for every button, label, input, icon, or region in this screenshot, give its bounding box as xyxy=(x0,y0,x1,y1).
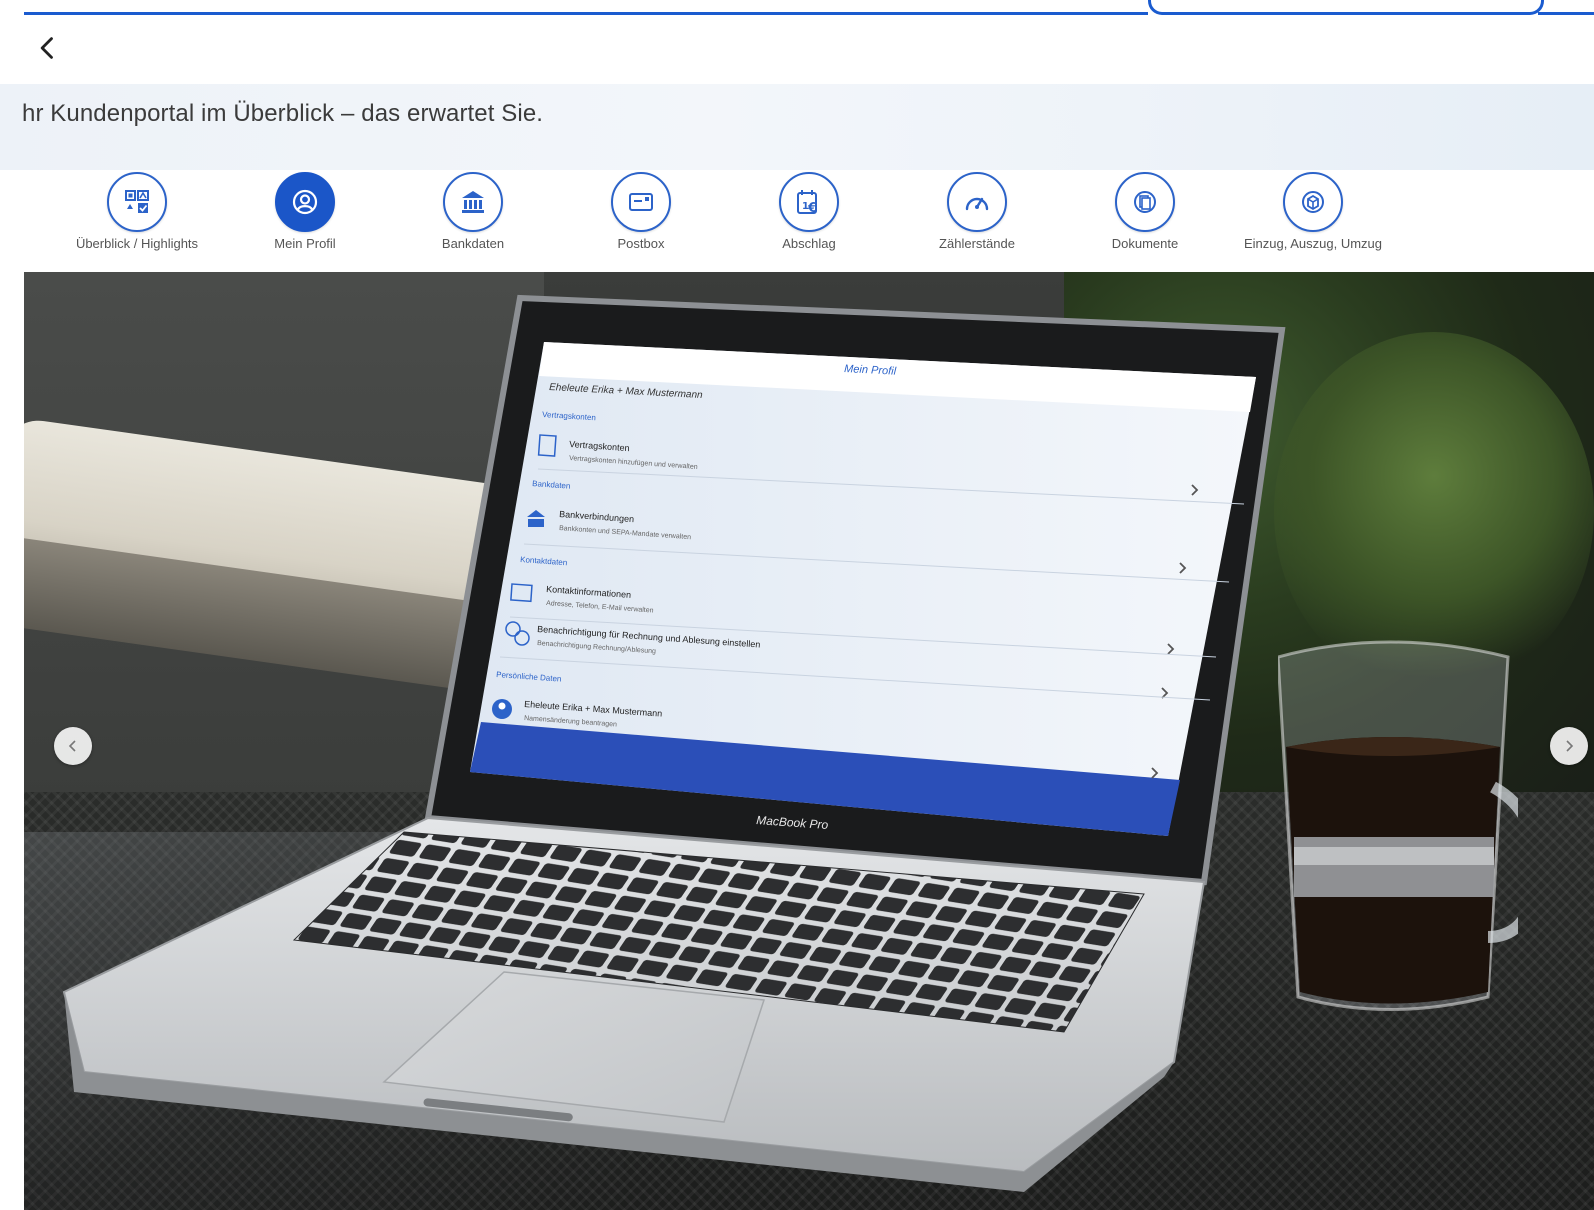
back-row xyxy=(0,18,1594,84)
nav-circle xyxy=(611,172,671,232)
nav-item-meter-readings[interactable]: Zählerstände xyxy=(892,170,1062,270)
nav-label: Einzug, Auszug, Umzug xyxy=(1243,236,1383,251)
nav-item-postbox[interactable]: Postbox xyxy=(556,170,726,270)
back-button[interactable] xyxy=(30,30,70,70)
nav-label: Zählerstände xyxy=(939,236,1015,251)
top-bar xyxy=(0,0,1594,18)
nav-circle: 1 € xyxy=(779,172,839,232)
feature-nav: Überblick / Highlights Mein Profil Bankd… xyxy=(0,170,1594,272)
nav-circle xyxy=(1283,172,1343,232)
nav-label: Überblick / Highlights xyxy=(75,236,199,251)
nav-item-profile[interactable]: Mein Profil xyxy=(220,170,390,270)
nav-label: Dokumente xyxy=(1111,236,1179,251)
nav-label: Mein Profil xyxy=(274,236,336,251)
slider-next-button[interactable] xyxy=(1550,727,1588,765)
calendar-euro-icon: 1 € xyxy=(797,190,817,216)
page-title: hr Kundenportal im Überblick – das erwar… xyxy=(22,100,544,127)
nav-item-overview[interactable]: Überblick / Highlights xyxy=(52,170,222,270)
dashboard-icon xyxy=(125,190,149,213)
documents-icon xyxy=(1134,191,1156,213)
nav-circle xyxy=(443,172,503,232)
nav-circle-active xyxy=(275,172,335,232)
hero-slider: Mein Profil Eheleute Erika + Max Musterm… xyxy=(24,272,1594,1210)
moving-box-icon xyxy=(1302,191,1324,213)
intro-banner: hr Kundenportal im Überblick – das erwar… xyxy=(0,84,1594,170)
coffee-glass-illustration xyxy=(1278,640,1518,1011)
nav-item-bank[interactable]: Bankdaten xyxy=(388,170,558,270)
chevron-right-icon xyxy=(1566,740,1574,752)
nav-item-installment[interactable]: 1 € Abschlag xyxy=(724,170,894,270)
nav-circle xyxy=(107,172,167,232)
nav-label: Abschlag xyxy=(782,236,836,251)
bank-icon xyxy=(462,191,484,213)
nav-label: Bankdaten xyxy=(441,236,505,251)
svg-text:€: € xyxy=(807,201,817,216)
chevron-left-icon xyxy=(68,740,76,752)
nav-circle xyxy=(1115,172,1175,232)
nav-item-moving[interactable]: Einzug, Auszug, Umzug xyxy=(1228,170,1398,270)
user-profile-icon xyxy=(292,189,318,215)
chevron-left-icon xyxy=(40,37,53,59)
slider-prev-button[interactable] xyxy=(54,727,92,765)
nav-label: Postbox xyxy=(617,236,665,251)
top-tab-shape xyxy=(1148,0,1538,15)
gauge-icon xyxy=(965,197,989,211)
nav-item-documents[interactable]: Dokumente xyxy=(1060,170,1230,270)
mailbox-icon xyxy=(629,193,653,211)
nav-circle xyxy=(947,172,1007,232)
